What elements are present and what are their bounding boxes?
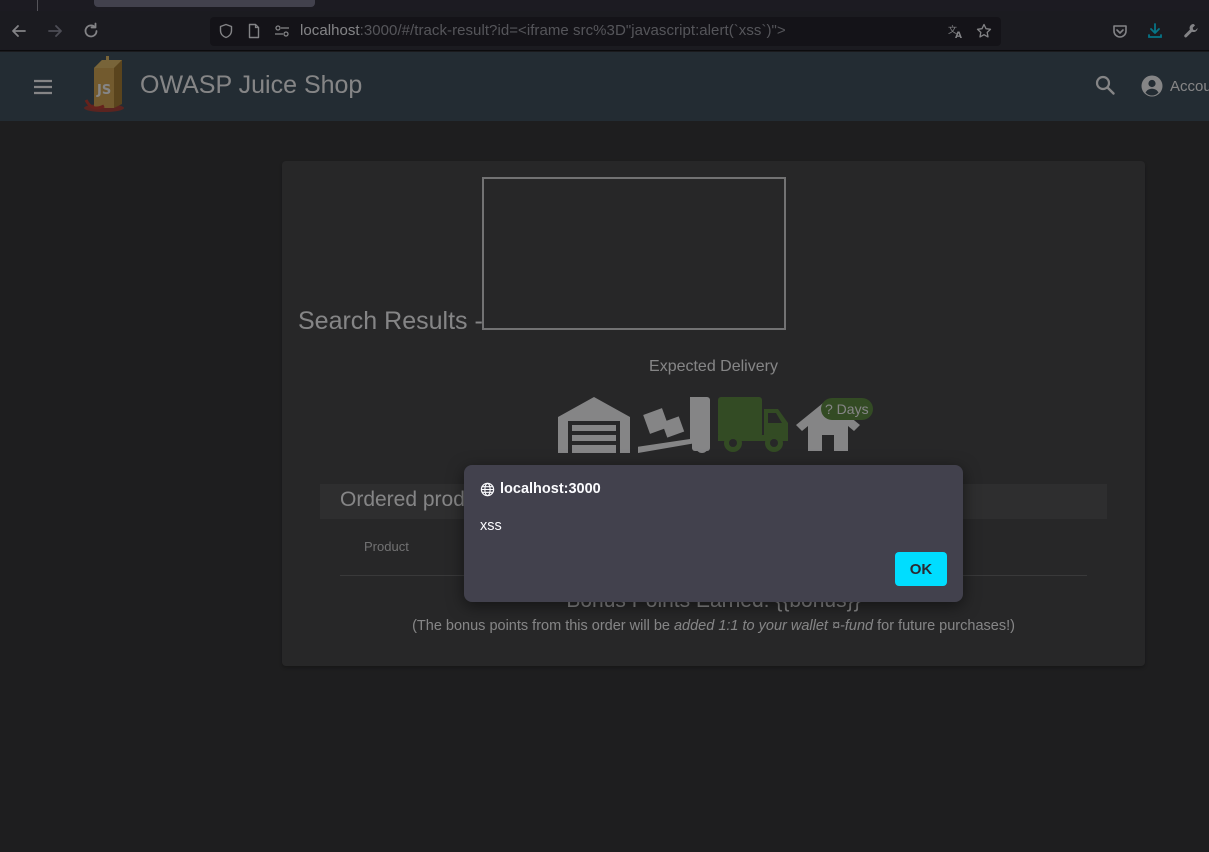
modal-overlay — [0, 11, 1209, 852]
tab-strip — [0, 0, 1209, 11]
active-tab[interactable] — [94, 0, 315, 7]
alert-message: xss — [480, 518, 502, 534]
tab-separator — [37, 0, 38, 11]
ok-button[interactable]: OK — [895, 552, 947, 586]
alert-dialog: localhost:3000 xss OK — [464, 465, 963, 602]
globe-icon — [480, 482, 495, 496]
alert-origin-row: localhost:3000 — [480, 481, 601, 497]
alert-origin: localhost:3000 — [500, 481, 601, 497]
